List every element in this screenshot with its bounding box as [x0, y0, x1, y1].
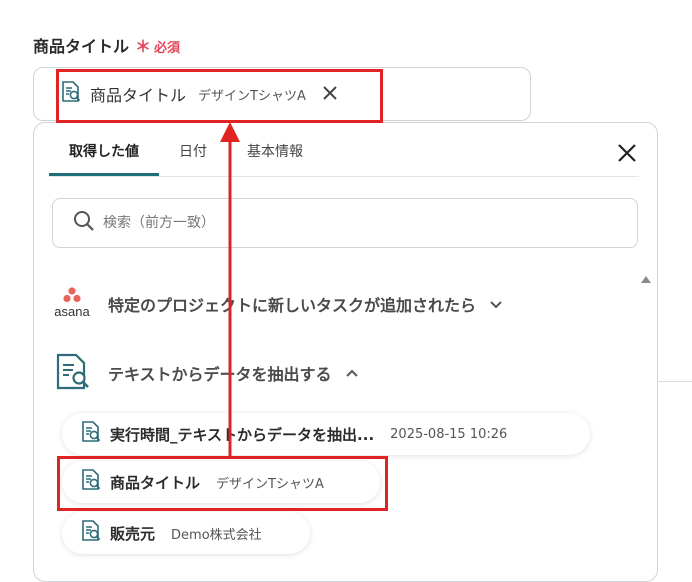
document-search-icon [54, 352, 92, 396]
search-input[interactable] [101, 214, 585, 232]
close-panel-button[interactable] [613, 139, 641, 167]
required-mark: ＊ [135, 37, 152, 56]
selected-value-chip[interactable]: 商品タイトル デザインTシャツA [60, 78, 338, 110]
tab-retrieved-values[interactable]: 取得した値 [49, 133, 159, 176]
tabs-divider [49, 176, 639, 177]
section-extract-data[interactable]: テキストからデータを抽出する [108, 361, 360, 385]
chip-value: デザインTシャツA [198, 88, 306, 104]
document-search-icon [80, 420, 102, 448]
chip-name: 商品タイトル [90, 86, 187, 105]
document-search-icon [80, 519, 102, 547]
divider [657, 381, 692, 382]
document-search-icon [60, 80, 82, 108]
asana-logo-text: asana [54, 304, 90, 319]
picker-tabs: 取得した値 日付 基本情報 [49, 133, 323, 176]
tab-basic-info[interactable]: 基本情報 [227, 133, 323, 176]
section-title: テキストからデータを抽出する [108, 365, 332, 384]
field-label: 商品タイトル ＊ 必須 [33, 33, 180, 57]
tab-date[interactable]: 日付 [159, 133, 227, 176]
item-value: デザインTシャツA [216, 476, 324, 492]
item-name: 実行時間_テキストからデータを抽出... [110, 425, 375, 444]
close-icon[interactable] [322, 84, 338, 104]
item-value: Demo株式会社 [171, 527, 262, 543]
item-name: 商品タイトル [110, 473, 201, 492]
section-title: 特定のプロジェクトに新しいタスクが追加されたら [108, 296, 477, 315]
item-value: 2025-08-15 10:26 [390, 426, 508, 442]
required-text: 必須 [154, 41, 181, 56]
section-asana-trigger[interactable]: 特定のプロジェクトに新しいタスクが追加されたら [108, 292, 504, 316]
search-box[interactable] [52, 198, 638, 248]
document-search-icon [80, 468, 102, 496]
search-icon [73, 210, 95, 236]
asana-logo: asana [52, 287, 92, 321]
close-icon [618, 144, 636, 162]
chevron-down-icon [488, 296, 504, 312]
chevron-up-icon [344, 365, 360, 381]
field-label-text: 商品タイトル [33, 37, 130, 56]
list-item-seller[interactable]: 販売元 Demo株式会社 [62, 512, 310, 554]
scroll-up-arrow[interactable] [641, 276, 651, 283]
list-item-product-title[interactable]: 商品タイトル デザインTシャツA [62, 461, 380, 503]
item-name: 販売元 [110, 524, 156, 543]
list-item-execution-time[interactable]: 実行時間_テキストからデータを抽出... 2025-08-15 10:26 [62, 413, 590, 455]
